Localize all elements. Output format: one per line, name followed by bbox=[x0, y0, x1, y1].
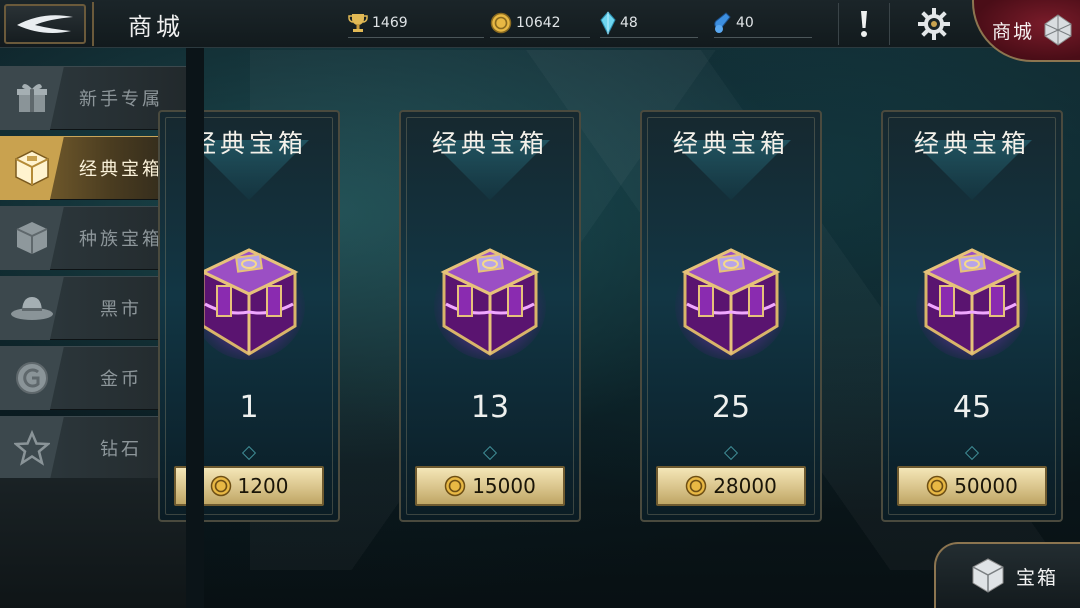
gift-icon bbox=[17, 83, 47, 112]
gold-coin-icon bbox=[210, 475, 231, 497]
gear-icon bbox=[918, 8, 950, 40]
chest-image bbox=[673, 242, 789, 366]
coin-icon bbox=[16, 362, 48, 394]
chest-card-title: 经典宝箱 bbox=[431, 129, 548, 158]
buy-button[interactable]: 50000 bbox=[897, 466, 1047, 506]
gold-coin-icon bbox=[490, 12, 512, 34]
chest-card-count: 13 bbox=[470, 390, 510, 425]
chest-card-13[interactable]: 经典宝箱 13 15000 bbox=[399, 110, 581, 522]
race-chest-icon bbox=[16, 222, 48, 254]
star-icon bbox=[14, 430, 50, 466]
top-bar: 商城 1469 10642 48 40 商城 bbox=[0, 0, 1080, 62]
resource-gold: 10642 bbox=[490, 10, 590, 38]
gold-value: 10642 bbox=[516, 15, 561, 31]
buy-button[interactable]: 28000 bbox=[656, 466, 806, 506]
crystal-icon bbox=[600, 11, 616, 35]
price-value: 1200 bbox=[237, 474, 289, 498]
settings-button[interactable] bbox=[908, 3, 960, 45]
chest-nav-button[interactable]: 宝箱 bbox=[934, 542, 1080, 608]
chest-emblem-icon bbox=[972, 558, 1004, 593]
trophy-value: 1469 bbox=[372, 15, 408, 31]
resource-trophy: 1469 bbox=[348, 10, 484, 38]
chest-image bbox=[914, 242, 1030, 366]
shop-badge-label: 商城 bbox=[992, 20, 1035, 43]
exclamation-icon bbox=[861, 11, 867, 37]
gold-coin-icon bbox=[926, 475, 948, 497]
shop-emblem-icon bbox=[1044, 14, 1072, 46]
page-title: 商城 bbox=[92, 2, 202, 46]
chest-image bbox=[432, 242, 548, 366]
crystal-value: 48 bbox=[620, 15, 638, 31]
back-button[interactable] bbox=[4, 4, 86, 44]
chest-card-45[interactable]: 经典宝箱 45 50000 bbox=[881, 110, 1063, 522]
chest-icon bbox=[15, 150, 49, 186]
chest-nav-label: 宝箱 bbox=[1016, 566, 1059, 589]
trophy-icon bbox=[348, 14, 368, 32]
gold-coin-icon bbox=[444, 475, 466, 497]
chest-card-count: 45 bbox=[952, 390, 992, 425]
sidebar-item-label: 新手专属 bbox=[79, 89, 163, 110]
resource-potion: 40 bbox=[714, 10, 812, 38]
chest-image bbox=[191, 242, 307, 366]
gold-coin-icon bbox=[685, 475, 707, 497]
price-value: 15000 bbox=[472, 474, 536, 498]
hat-icon bbox=[11, 297, 53, 320]
notification-button[interactable] bbox=[838, 3, 890, 45]
chest-card-count: 25 bbox=[711, 390, 751, 425]
back-arrow-icon bbox=[17, 15, 73, 33]
resource-crystal: 48 bbox=[600, 10, 698, 38]
potion-icon bbox=[714, 12, 731, 33]
price-value: 28000 bbox=[713, 474, 777, 498]
price-value: 50000 bbox=[954, 474, 1018, 498]
chest-card-title: 经典宝箱 bbox=[672, 129, 789, 158]
potion-value: 40 bbox=[736, 15, 754, 31]
chest-card-25[interactable]: 经典宝箱 25 28000 bbox=[640, 110, 822, 522]
chest-card-title: 经典宝箱 bbox=[913, 129, 1030, 158]
buy-button[interactable]: 15000 bbox=[415, 466, 565, 506]
